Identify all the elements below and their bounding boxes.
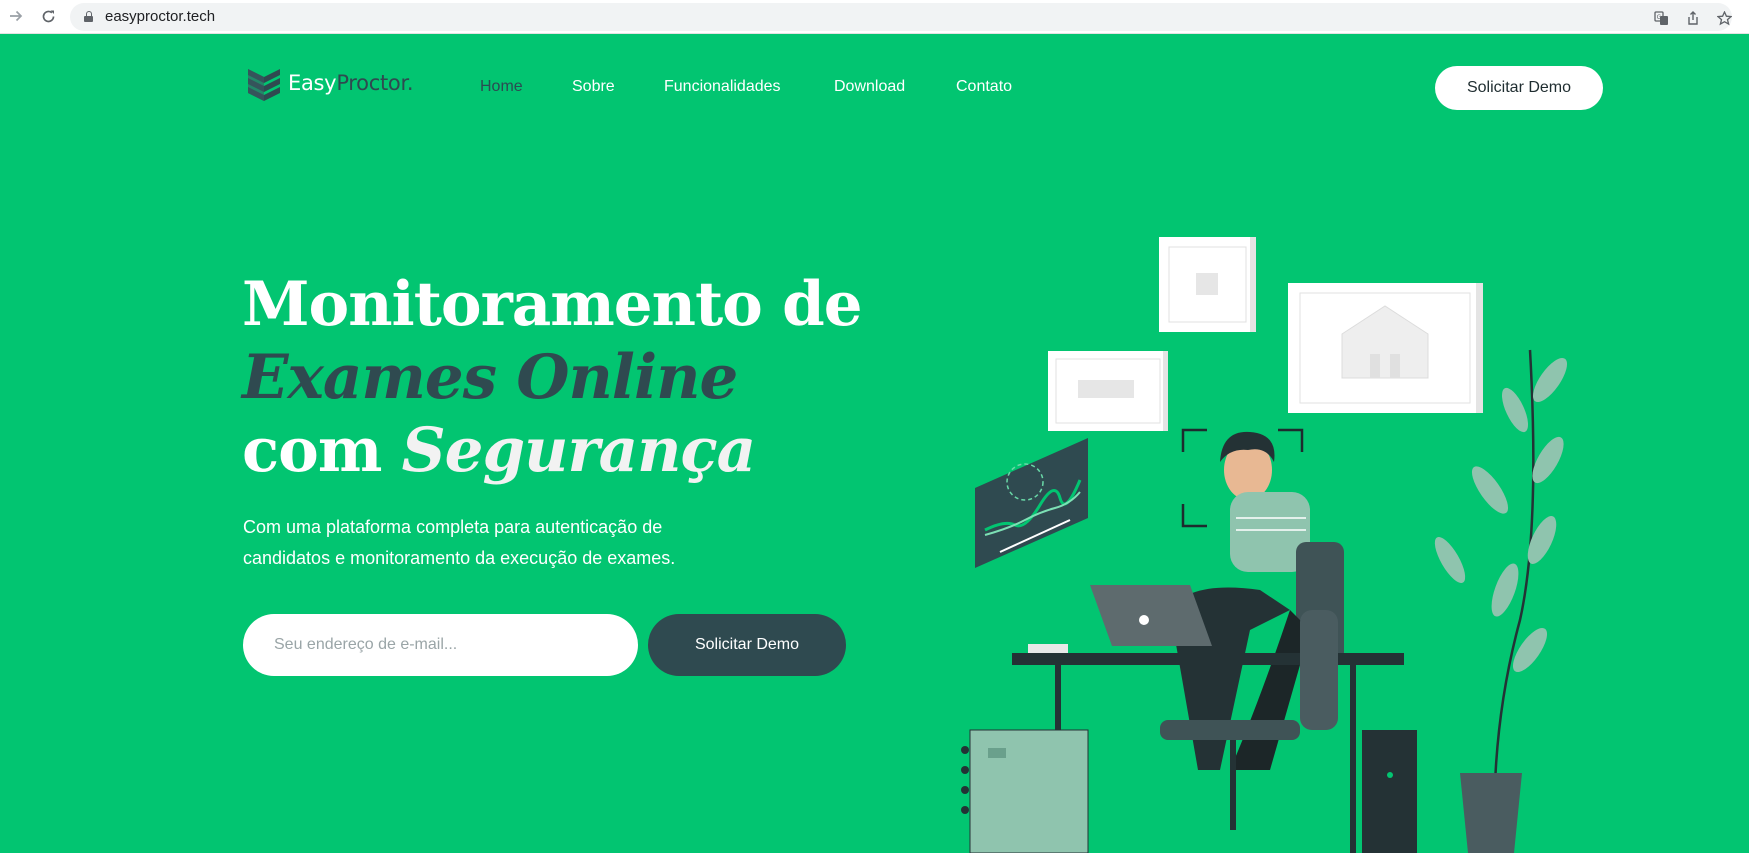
site-logo[interactable]: EasyProctor. — [246, 63, 414, 103]
lock-icon — [84, 11, 93, 22]
forward-arrow-icon[interactable] — [4, 4, 28, 28]
hero-headline: Monitoramento de Exames Online com Segur… — [242, 269, 863, 486]
share-icon[interactable] — [1682, 7, 1704, 29]
hero-subtitle: Com uma plataforma completa para autenti… — [243, 517, 676, 568]
bookmark-star-icon[interactable] — [1713, 7, 1735, 29]
cabinet — [961, 729, 1089, 853]
pc-tower — [1362, 730, 1417, 853]
hero-illustration — [961, 237, 1568, 853]
url-text: easyproctor.tech — [105, 8, 216, 25]
address-bar[interactable]: easyproctor.tech G — [70, 3, 1732, 31]
nav-contato[interactable]: Contato — [956, 78, 1012, 96]
picture-frame-medium — [1048, 351, 1168, 431]
browser-toolbar: easyproctor.tech G — [0, 0, 1749, 34]
nav-download[interactable]: Download — [834, 78, 905, 96]
picture-frame-large — [1288, 283, 1483, 413]
svg-text:G: G — [1656, 14, 1661, 21]
email-input[interactable] — [243, 614, 638, 676]
hero-request-demo-button[interactable]: Solicitar Demo — [648, 614, 846, 676]
nav-home[interactable]: Home — [480, 78, 523, 96]
analytics-screen — [975, 438, 1088, 568]
header-request-demo-button[interactable]: Solicitar Demo — [1435, 66, 1603, 110]
reload-icon[interactable] — [36, 4, 60, 28]
logo-chevron-icon — [248, 69, 280, 101]
picture-frame-small — [1159, 237, 1256, 332]
plant — [1434, 349, 1568, 853]
logo-wordmark: EasyProctor. — [288, 71, 414, 95]
translate-icon[interactable]: G — [1650, 7, 1672, 29]
nav-sobre[interactable]: Sobre — [572, 78, 615, 96]
nav-funcionalidades[interactable]: Funcionalidades — [664, 78, 781, 96]
